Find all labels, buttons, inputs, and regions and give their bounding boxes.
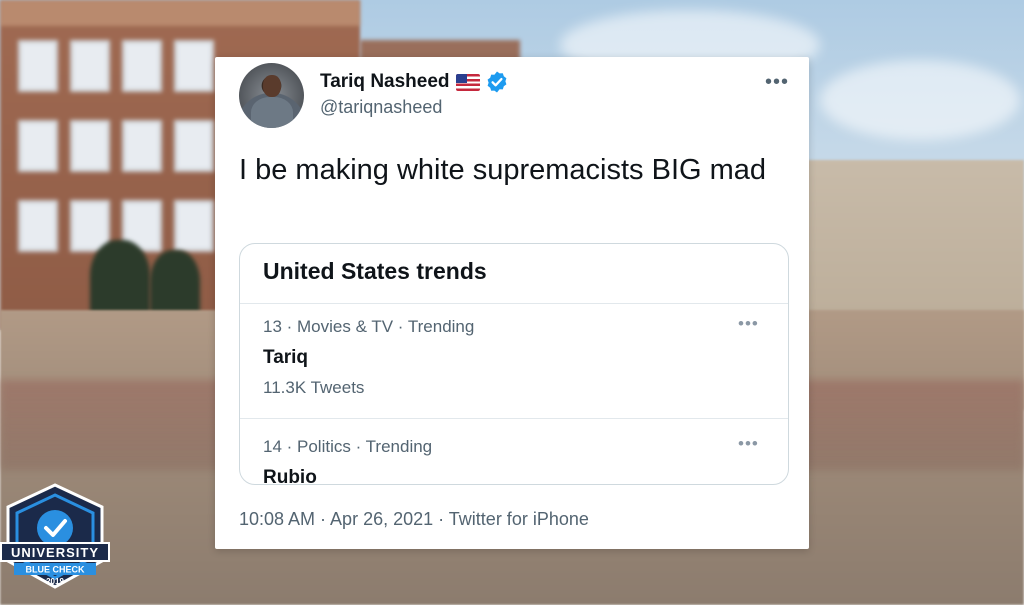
tree	[90, 240, 150, 320]
trend-more-icon[interactable]: •••	[738, 314, 759, 334]
avatar[interactable]	[239, 63, 304, 128]
author-name[interactable]: Tariq Nasheed	[320, 71, 450, 93]
trend-more-icon[interactable]: •••	[738, 434, 759, 454]
badge-line1: UNIVERSITY	[11, 545, 99, 560]
author-row: Tariq Nasheed	[320, 70, 509, 94]
us-flag-icon	[455, 73, 480, 91]
trend-item[interactable]: 13 · Movies & TV · Trending Tariq 11.3K …	[240, 304, 788, 422]
trend-name: Rubio	[263, 467, 317, 485]
divider	[240, 418, 788, 419]
trend-meta: 14 · Politics · Trending	[263, 437, 433, 456]
tweet-card: Tariq Nasheed @tariqnasheed ••• I be mak…	[215, 57, 809, 549]
tweet-timestamp[interactable]: 10:08 AM · Apr 26, 2021 · Twitter for iP…	[239, 509, 589, 530]
trend-meta: 13 · Movies & TV · Trending	[263, 317, 475, 336]
author-handle[interactable]: @tariqnasheed	[320, 97, 442, 118]
cloud	[820, 60, 1020, 140]
trend-count: 11.3K Tweets	[263, 378, 365, 397]
badge-year: 2019	[46, 577, 64, 586]
trend-item[interactable]: 14 · Politics · Trending Rubio •••	[240, 424, 788, 485]
university-blue-check-badge: UNIVERSITY BLUE CHECK 2019	[0, 483, 110, 589]
more-options-icon[interactable]: •••	[765, 71, 789, 94]
tweet-text: I be making white supremacists BIG mad	[239, 154, 767, 186]
trends-title: United States trends	[263, 258, 487, 284]
check-icon	[37, 510, 73, 546]
trends-embed[interactable]: United States trends 13 · Movies & TV · …	[239, 243, 789, 485]
verified-badge-icon	[487, 71, 506, 93]
badge-line2: BLUE CHECK	[25, 565, 85, 575]
trend-name: Tariq	[263, 347, 309, 368]
